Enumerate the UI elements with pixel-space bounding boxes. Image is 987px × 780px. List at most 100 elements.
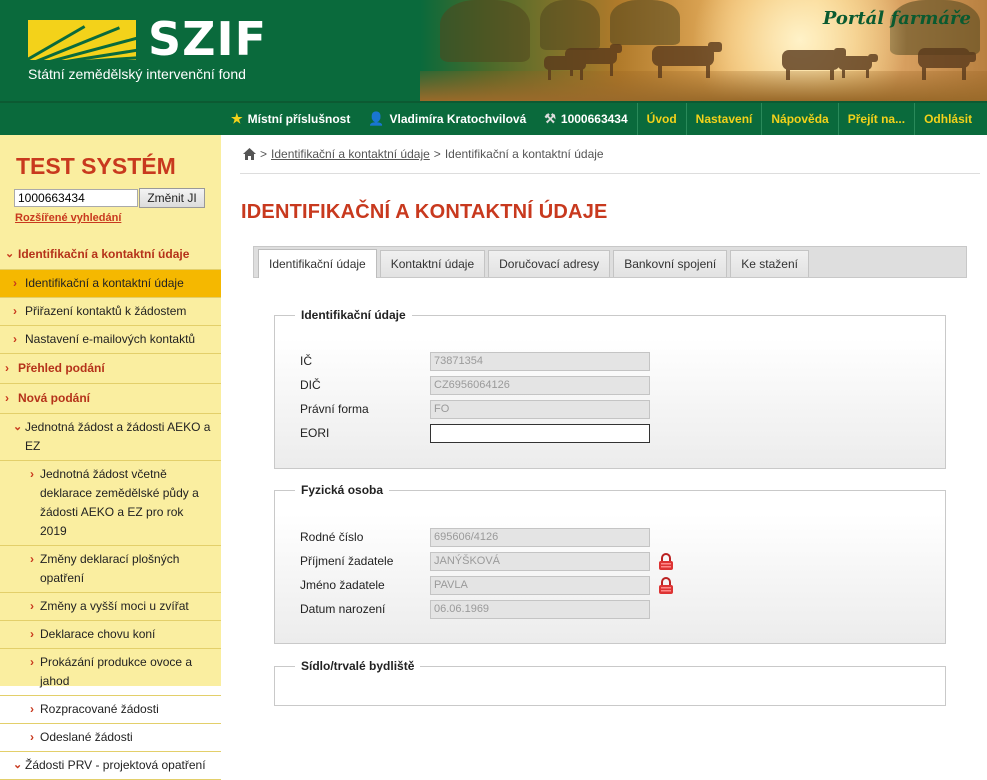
chevron-right-icon: › <box>5 391 9 405</box>
sidebar-item-identification[interactable]: › Identifikační a kontaktní údaje <box>0 270 221 298</box>
sidebar-item-single-application-2019[interactable]: › Jednotná žádost včetně deklarace zemědě… <box>0 461 221 546</box>
system-title: TEST SYSTÉM <box>16 153 176 179</box>
nav-settings[interactable]: Nastavení <box>685 103 762 135</box>
chevron-down-icon: ⌄ <box>13 759 23 771</box>
sidebar-item-label: Přehled podání <box>18 361 105 375</box>
main-content: > Identifikační a kontaktní údaje > Iden… <box>240 135 980 706</box>
field-row-birth-date: Datum narození 06.06.1969 <box>300 600 900 620</box>
nav-label: Místní příslušnost <box>247 112 351 126</box>
ji-input[interactable] <box>14 189 138 207</box>
nav-logout[interactable]: Odhlásit <box>914 103 981 135</box>
breadcrumb-current: Identifikační a kontaktní údaje <box>444 147 604 161</box>
sidebar-item-sent[interactable]: › Odeslané žádosti <box>0 724 221 752</box>
sidebar-item-new-submissions[interactable]: › Nová podání <box>0 384 221 414</box>
field-row-legal-form: Právní forma FO <box>300 400 900 420</box>
sidebar-item-label: Nastavení e-mailových kontaktů <box>25 332 196 346</box>
farmer-icon: ⚒ <box>544 111 556 126</box>
field-label: Příjmení žadatele <box>300 554 394 568</box>
surname-field: JANÝŠKOVÁ <box>430 552 650 571</box>
sidebar-item-single-application[interactable]: ⌄ Jednotná žádost a žádosti AEKO a EZ <box>0 414 221 461</box>
chevron-right-icon: › <box>5 361 9 375</box>
chevron-down-icon: ⌄ <box>13 421 23 433</box>
sidebar-item-label: Jednotná žádost a žádosti AEKO a EZ <box>25 420 211 453</box>
chevron-right-icon: › <box>30 627 34 641</box>
ic-field: 73871354 <box>430 352 650 371</box>
nav-user[interactable]: 👤 Vladimíra Kratochvilová <box>359 103 535 135</box>
nav-ji-number[interactable]: ⚒ 1000663434 <box>535 103 636 135</box>
field-label: Datum narození <box>300 602 386 616</box>
sidebar-item-area-changes[interactable]: › Změny deklarací plošných opatření <box>0 546 221 593</box>
sidebar-item-label: Identifikační a kontaktní údaje <box>25 276 184 290</box>
chevron-right-icon: › <box>30 467 34 481</box>
chevron-right-icon: › <box>13 304 17 318</box>
fieldset-legend: Sídlo/trvalé bydliště <box>295 659 421 673</box>
nav-home[interactable]: Úvod <box>636 103 686 135</box>
sidebar-item-submissions-overview[interactable]: › Přehled podání <box>0 354 221 384</box>
breadcrumb-link[interactable]: Identifikační a kontaktní údaje <box>271 147 430 161</box>
portal-title: Portál farmáře <box>822 8 971 29</box>
field-label: Právní forma <box>300 402 369 416</box>
field-label: EORI <box>300 426 330 440</box>
szif-logo-icon <box>28 20 136 60</box>
chevron-right-icon: › <box>13 276 17 290</box>
star-icon: ★ <box>231 111 243 126</box>
nav-label: 1000663434 <box>560 112 628 126</box>
fieldset-natural-person: Fyzická osoba Rodné číslo 695606/4126 Př… <box>274 483 946 644</box>
header: SZIF Státní zemědělský intervenční fond … <box>0 0 987 101</box>
sidebar-item-label: Změny a vyšší moci u zvířat <box>40 599 189 613</box>
tab-bank-details[interactable]: Bankovní spojení <box>613 250 728 277</box>
lock-icon[interactable] <box>658 577 674 595</box>
tab-downloads[interactable]: Ke stažení <box>730 250 809 277</box>
sidebar-item-label: Odeslané žádosti <box>40 730 133 744</box>
sidebar-item-label: Změny deklarací plošných opatření <box>40 552 180 585</box>
eori-input[interactable] <box>430 424 650 443</box>
sidebar-item-email-settings[interactable]: › Nastavení e-mailových kontaktů <box>0 326 221 354</box>
field-row-eori: EORI <box>300 424 900 444</box>
chevron-right-icon: › <box>30 655 34 669</box>
fieldset-identification: Identifikační údaje IČ 73871354 DIČ CZ69… <box>274 308 946 469</box>
top-navigation: ★ Místní příslušnost 👤 Vladimíra Kratoch… <box>0 101 987 135</box>
birth-number-field: 695606/4126 <box>430 528 650 547</box>
home-icon[interactable] <box>243 148 256 160</box>
sidebar-item-label: Nová podání <box>18 391 91 405</box>
breadcrumb-separator: > <box>260 147 268 161</box>
sidebar-item-horse-declaration[interactable]: › Deklarace chovu koní <box>0 621 221 649</box>
sidebar-item-label: Prokázání produkce ovoce a jahod <box>40 655 193 688</box>
nav-go-to[interactable]: Přejít na... <box>837 103 914 135</box>
tab-identification[interactable]: Identifikační údaje <box>258 249 377 278</box>
nav-local-jurisdiction[interactable]: ★ Místní příslušnost <box>222 103 359 135</box>
user-icon: 👤 <box>368 111 385 126</box>
sidebar: TEST SYSTÉM Změnit JI Rozšířené vyhledán… <box>0 135 221 780</box>
first-name-field: PAVLA <box>430 576 650 595</box>
sidebar-item-prv-projects[interactable]: ⌄ Žádosti PRV - projektová opatření <box>0 752 221 780</box>
sidebar-item-label: Přiřazení kontaktů k žádostem <box>25 304 187 318</box>
sidebar-item-fruit-production[interactable]: › Prokázání produkce ovoce a jahod <box>0 649 221 696</box>
chevron-down-icon: ⌄ <box>5 248 15 260</box>
divider <box>240 173 980 174</box>
sidebar-menu: ⌄ Identifikační a kontaktní údaje › Identi… <box>0 240 221 780</box>
sidebar-item-contact-assignment[interactable]: › Přiřazení kontaktů k žádostem <box>0 298 221 326</box>
change-ji-button[interactable]: Změnit JI <box>139 188 205 208</box>
dic-field: CZ6956064126 <box>430 376 650 395</box>
sidebar-item-label: Jednotná žádost včetně deklarace zeměděl… <box>40 467 199 538</box>
field-row-dic: DIČ CZ6956064126 <box>300 376 900 396</box>
birth-date-field: 06.06.1969 <box>430 600 650 619</box>
sidebar-item-animal-changes[interactable]: › Změny a vyšší moci u zvířat <box>0 593 221 621</box>
lock-icon[interactable] <box>658 553 674 571</box>
tab-contacts[interactable]: Kontaktní údaje <box>379 250 486 277</box>
tab-bar: Identifikační údaje Kontaktní údaje Doru… <box>253 246 967 278</box>
tab-delivery-addresses[interactable]: Doručovací adresy <box>488 250 611 277</box>
field-row-surname: Příjmení žadatele JANÝŠKOVÁ <box>300 552 900 572</box>
advanced-search-link[interactable]: Rozšířené vyhledání <box>15 212 121 224</box>
fieldset-legend: Identifikační údaje <box>295 308 412 322</box>
breadcrumb: > Identifikační a kontaktní údaje > Iden… <box>243 147 604 161</box>
sidebar-item-label: Deklarace chovu koní <box>40 627 156 641</box>
sidebar-item-label: Žádosti PRV - projektová opatření <box>25 758 206 772</box>
sidebar-item-drafts[interactable]: › Rozpracované žádosti <box>0 696 221 724</box>
field-label: IČ <box>300 354 312 368</box>
chevron-right-icon: › <box>30 552 34 566</box>
sidebar-item-identification-group[interactable]: ⌄ Identifikační a kontaktní údaje <box>0 240 221 270</box>
sidebar-item-label: Identifikační a kontaktní údaje <box>18 247 190 261</box>
nav-help[interactable]: Nápověda <box>761 103 837 135</box>
chevron-right-icon: › <box>13 332 17 346</box>
